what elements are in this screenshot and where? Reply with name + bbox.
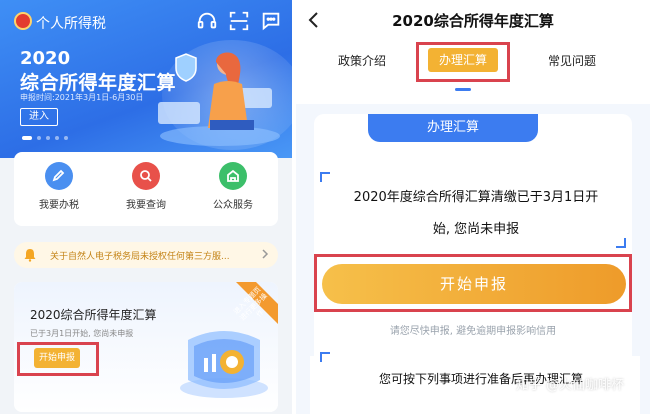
hero-year: 2020 bbox=[20, 48, 71, 69]
service-label: 公众服务 bbox=[213, 200, 253, 211]
headset-icon[interactable] bbox=[196, 10, 218, 32]
carousel-dot[interactable] bbox=[64, 136, 68, 140]
service-tax-filing[interactable]: 我要办税 bbox=[24, 162, 94, 211]
highlight-box bbox=[17, 342, 99, 376]
service-icon bbox=[219, 162, 247, 190]
services-card: 我要办税 我要查询 公众服务 bbox=[14, 152, 278, 226]
tax-emblem-icon bbox=[14, 12, 32, 30]
message-icon[interactable] bbox=[260, 10, 282, 32]
left-screen: 个人所得税 2020 综合所得年度汇算 申报时间:2021年3月1日-6月30日… bbox=[0, 0, 292, 414]
carousel-dot[interactable] bbox=[22, 136, 32, 140]
service-query[interactable]: 我要查询 bbox=[111, 162, 181, 211]
right-screen: 2020综合所得年度汇算 政策介绍 办理汇算 常见问题 办理汇算 2020年度综… bbox=[296, 0, 650, 414]
hint-text: 请您尽快申报, 避免逾期申报影响信用 bbox=[389, 326, 557, 337]
app-title: 个人所得税 bbox=[36, 16, 106, 32]
tab-policy[interactable]: 政策介绍 bbox=[338, 52, 386, 69]
notice-bar[interactable]: 关于自然人电子税务局未授权任何第三方服... bbox=[14, 242, 278, 268]
service-label: 我要办税 bbox=[39, 200, 79, 211]
card-header: 办理汇算 bbox=[368, 114, 538, 142]
bracket-top-left bbox=[320, 172, 330, 182]
chevron-right-icon bbox=[262, 249, 269, 259]
highlight-box bbox=[416, 42, 510, 82]
watermark-text: 知乎 @火仙咖啡杯 bbox=[515, 378, 624, 393]
bracket-top-left bbox=[320, 352, 330, 362]
topic-ribbon[interactable]: 进入专题页 进行更多操作 bbox=[218, 282, 278, 342]
promo-subtitle: 已于3月1日开始, 您尚未申报 bbox=[30, 329, 134, 338]
tab-faq[interactable]: 常见问题 bbox=[548, 52, 596, 69]
search-icon bbox=[132, 162, 160, 190]
service-label: 我要查询 bbox=[126, 200, 166, 211]
hero-illustration bbox=[158, 52, 280, 146]
notice-text: 关于自然人电子税务局未授权任何第三方服... bbox=[50, 252, 230, 262]
service-public[interactable]: 公众服务 bbox=[198, 162, 268, 211]
hero-date: 申报时间:2021年3月1日-6月30日 bbox=[20, 93, 144, 102]
page-title: 2020综合所得年度汇算 bbox=[392, 12, 554, 30]
carousel-dots[interactable] bbox=[22, 136, 68, 140]
top-bar: 个人所得税 bbox=[0, 0, 292, 44]
carousel-dot[interactable] bbox=[46, 136, 50, 140]
status-message-line2: 始, 您尚未申报 bbox=[432, 222, 520, 237]
bell-icon bbox=[24, 249, 36, 262]
bracket-bottom-right bbox=[616, 238, 626, 248]
promo-title: 2020综合所得年度汇算 bbox=[30, 308, 157, 322]
status-message-line1: 2020年度综合所得汇算清缴已于3月1日开 bbox=[353, 190, 599, 205]
active-tab-indicator bbox=[455, 88, 471, 91]
highlight-box bbox=[314, 254, 632, 312]
edit-icon bbox=[45, 162, 73, 190]
scan-icon[interactable] bbox=[228, 10, 250, 32]
carousel-dot[interactable] bbox=[37, 136, 41, 140]
carousel-dot[interactable] bbox=[55, 136, 59, 140]
enter-button[interactable]: 进入 bbox=[20, 108, 58, 126]
